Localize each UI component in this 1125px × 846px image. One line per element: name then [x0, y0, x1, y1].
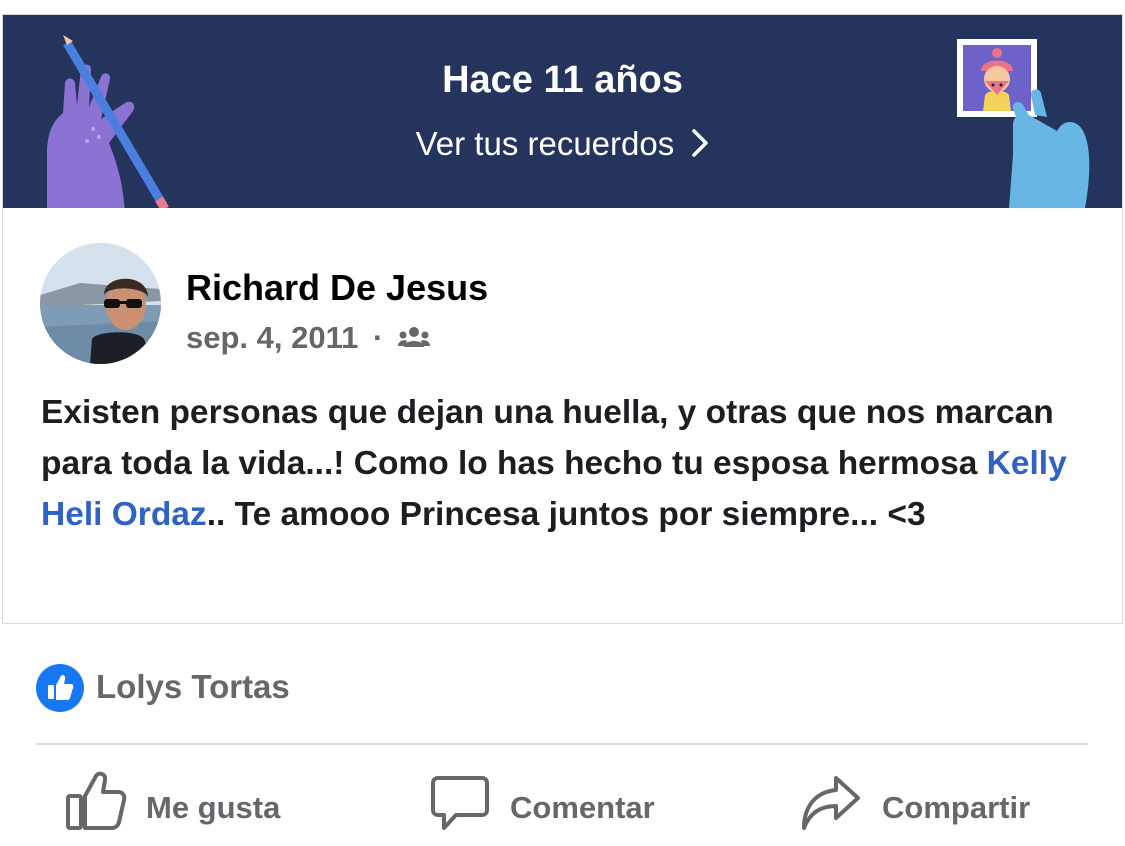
share-label: Compartir — [882, 790, 1031, 825]
like-icon — [36, 664, 84, 712]
see-memories-label: Ver tus recuerdos — [415, 125, 675, 162]
author-avatar[interactable] — [40, 243, 161, 364]
share-arrow-icon — [802, 776, 860, 830]
comment-icon — [431, 776, 489, 830]
post-date[interactable]: sep. 4, 2011 — [186, 320, 358, 355]
post-body: Existen personas que dejan una huella, y… — [41, 387, 1091, 540]
hand-photo-illustration — [957, 39, 1090, 208]
memory-card: Hace 11 años Ver tus recuerdos Richard D… — [2, 14, 1123, 624]
post-text-start: Existen personas que dejan una huella, y… — [41, 394, 1054, 482]
comment-button[interactable]: Comentar — [430, 770, 700, 834]
memory-post-screen: Hace 11 años Ver tus recuerdos Richard D… — [0, 0, 1125, 846]
actions-divider — [36, 743, 1088, 745]
chevron-right-icon — [692, 129, 709, 158]
author-name[interactable]: Richard De Jesus — [186, 267, 488, 309]
post-meta: sep. 4, 2011 · — [186, 320, 430, 356]
like-label: Me gusta — [146, 790, 281, 825]
meta-separator: · — [373, 320, 384, 355]
memories-banner[interactable]: Hace 11 años Ver tus recuerdos — [3, 15, 1122, 208]
post-text-end: .. Te amooo Princesa juntos por siempre.… — [206, 496, 926, 533]
like-button[interactable]: Me gusta — [64, 770, 314, 834]
share-button[interactable]: Compartir — [800, 770, 1070, 834]
thumbs-up-icon — [66, 771, 127, 830]
comment-label: Comentar — [510, 790, 655, 825]
liked-by-name[interactable]: Lolys Tortas — [96, 668, 290, 706]
profile-photo — [40, 243, 161, 364]
friends-icon[interactable] — [397, 326, 430, 348]
